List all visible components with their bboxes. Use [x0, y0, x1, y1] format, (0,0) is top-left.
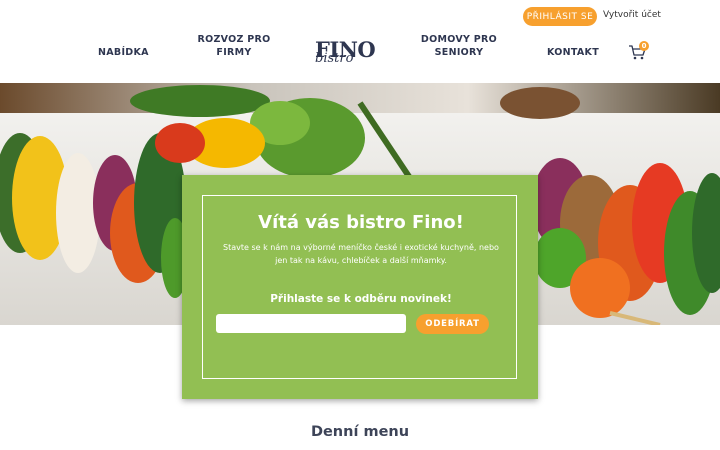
- nav-item-rozvoz-line2: FIRMY: [216, 47, 252, 58]
- newsletter-card-border: Vítá vás bistro Fino! Stavte se k nám na…: [202, 195, 517, 379]
- cart-count-badge: 0: [639, 41, 649, 51]
- nav-item-domovy-line1: DOMOVY PRO: [420, 34, 498, 45]
- newsletter-card: Vítá vás bistro Fino! Stavte se k nám na…: [182, 175, 538, 399]
- logo-sub: bistro: [315, 51, 354, 66]
- welcome-description: Stavte se k nám na výborné meníčko české…: [223, 243, 499, 265]
- nav-item-kontakt[interactable]: KONTAKT: [547, 46, 599, 59]
- daily-menu-title: Denní menu: [310, 424, 410, 440]
- nav-item-rozvoz[interactable]: ROZVOZ PRO FIRMY: [196, 33, 272, 59]
- logo[interactable]: FINO bistro: [312, 37, 382, 67]
- nav-item-nabidka[interactable]: NABÍDKA: [98, 46, 149, 59]
- newsletter-subtitle: Přihlaste se k odběru novinek!: [270, 293, 452, 305]
- welcome-title: Vítá vás bistro Fino!: [258, 212, 464, 233]
- email-input[interactable]: [216, 314, 406, 333]
- register-link[interactable]: Vytvořit účet: [603, 10, 661, 20]
- nav-item-rozvoz-line1: ROZVOZ PRO: [197, 34, 271, 45]
- nav-item-domovy-line2: SENIORY: [434, 47, 484, 58]
- header: PŘIHLÁSIT SE Vytvořit účet NABÍDKA ROZVO…: [0, 0, 720, 83]
- subscribe-button[interactable]: ODEBÍRAT: [416, 314, 489, 334]
- nav-item-domovy[interactable]: DOMOVY PRO SENIORY: [420, 33, 498, 59]
- login-button[interactable]: PŘIHLÁSIT SE: [523, 7, 597, 26]
